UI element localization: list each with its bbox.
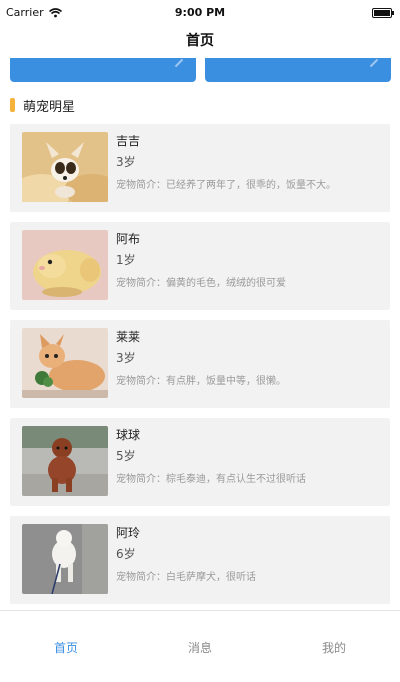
pet-description: 宠物简介：偏黄的毛色，绒绒的很可爱: [116, 278, 286, 289]
banner-right[interactable]: [205, 58, 391, 82]
content-scroll[interactable]: 萌宠明星 吉吉 3岁 宠物简介：已经养了两年了，很乖的，饭量不大。 阿布 1岁 …: [0, 58, 400, 610]
section-marker: [10, 98, 15, 112]
banner-decoration: [369, 58, 379, 68]
pet-name: 阿布: [116, 232, 141, 246]
status-bar: Carrier 9:00 PM: [0, 0, 400, 26]
tab-mine[interactable]: 我的: [294, 639, 374, 656]
pet-photo-cat: [22, 328, 108, 398]
pet-name: 吉吉: [116, 134, 141, 148]
battery-icon: [372, 8, 394, 18]
status-time: 9:00 PM: [174, 6, 226, 19]
section-header: 萌宠明星: [10, 96, 76, 115]
pet-description: 宠物简介：棕毛泰迪，有点认生不过很听话: [116, 474, 306, 485]
pet-age: 5岁: [116, 449, 136, 463]
pet-description: 宠物简介：白毛萨摩犬，很听话: [116, 572, 256, 583]
tab-messages[interactable]: 消息: [160, 639, 240, 656]
tab-bar: 首页 消息 我的: [0, 610, 400, 682]
pet-description: 宠物简介：有点胖，饭量中等，很懒。: [116, 376, 286, 387]
pet-name: 阿玲: [116, 526, 141, 540]
section-title: 萌宠明星: [23, 99, 76, 115]
pet-name: 球球: [116, 428, 141, 442]
banner-left[interactable]: [10, 58, 196, 82]
tab-home[interactable]: 首页: [26, 639, 106, 656]
pet-photo-poodle: [22, 426, 108, 496]
pet-photo-samoyed: [22, 524, 108, 594]
pet-photo-hamster: [22, 230, 108, 300]
pet-card[interactable]: 阿玲 6岁 宠物简介：白毛萨摩犬，很听话: [10, 516, 390, 604]
pet-age: 3岁: [116, 351, 136, 365]
pet-age: 3岁: [116, 155, 136, 169]
pet-name: 莱莱: [116, 330, 141, 344]
pet-card[interactable]: 球球 5岁 宠物简介：棕毛泰迪，有点认生不过很听话: [10, 418, 390, 506]
pet-card[interactable]: 阿布 1岁 宠物简介：偏黄的毛色，绒绒的很可爱: [10, 222, 390, 310]
pet-age: 1岁: [116, 253, 136, 267]
navigation-bar: 首页: [0, 26, 400, 58]
pet-photo-chihuahua: [22, 132, 108, 202]
page-title: 首页: [186, 33, 214, 49]
pet-age: 6岁: [116, 547, 136, 561]
pet-card[interactable]: 吉吉 3岁 宠物简介：已经养了两年了，很乖的，饭量不大。: [10, 124, 390, 212]
pet-card[interactable]: 莱莱 3岁 宠物简介：有点胖，饭量中等，很懒。: [10, 320, 390, 408]
banner-decoration: [174, 58, 184, 68]
pet-description: 宠物简介：已经养了两年了，很乖的，饭量不大。: [116, 180, 336, 191]
